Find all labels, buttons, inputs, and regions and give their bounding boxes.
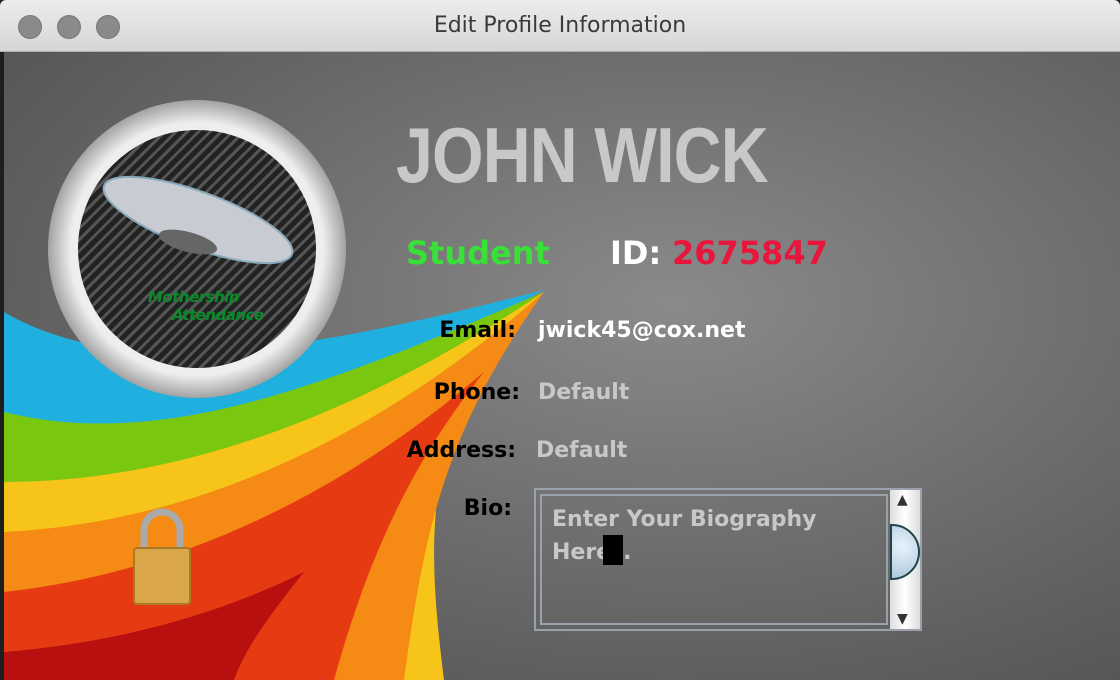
address-field[interactable]: Default [536,438,627,463]
title-bar: Edit Profile Information [0,0,1120,52]
edit-profile-window: Edit Profile Information Mothership Atten… [0,0,1120,680]
profile-name: JOHN WICK [396,111,769,199]
phone-field[interactable]: Default [538,380,629,405]
bio-textarea[interactable]: Enter Your Biography Here. ▲ ▼ [534,488,922,631]
logo-line-2: Attendance [172,306,264,324]
email-field[interactable]: jwick45@cox.net [538,318,746,343]
scroll-up-arrow-icon[interactable]: ▲ [897,492,908,508]
window-title: Edit Profile Information [433,13,687,38]
scroll-thumb[interactable] [890,524,920,580]
ufo-icon [102,175,294,265]
profile-panel: Mothership Attendance JOHN WICK Student I… [4,52,1120,680]
role-label: Student [406,234,550,272]
bio-text: Enter Your Biography Here [552,507,817,565]
text-cursor [603,535,624,565]
email-label: Email: [439,318,516,343]
logo-line-1: Mothership [148,288,240,306]
id-value: 2675847 [672,234,828,272]
bio-scrollbar[interactable]: ▲ ▼ [890,490,920,629]
phone-label: Phone: [433,380,520,405]
id-label: ID: [610,234,662,272]
bio-label: Bio: [463,496,512,521]
padlock-icon[interactable] [132,502,192,606]
scroll-down-arrow-icon[interactable]: ▼ [897,611,908,627]
address-label: Address: [406,438,516,463]
app-logo: Mothership Attendance [48,100,346,398]
